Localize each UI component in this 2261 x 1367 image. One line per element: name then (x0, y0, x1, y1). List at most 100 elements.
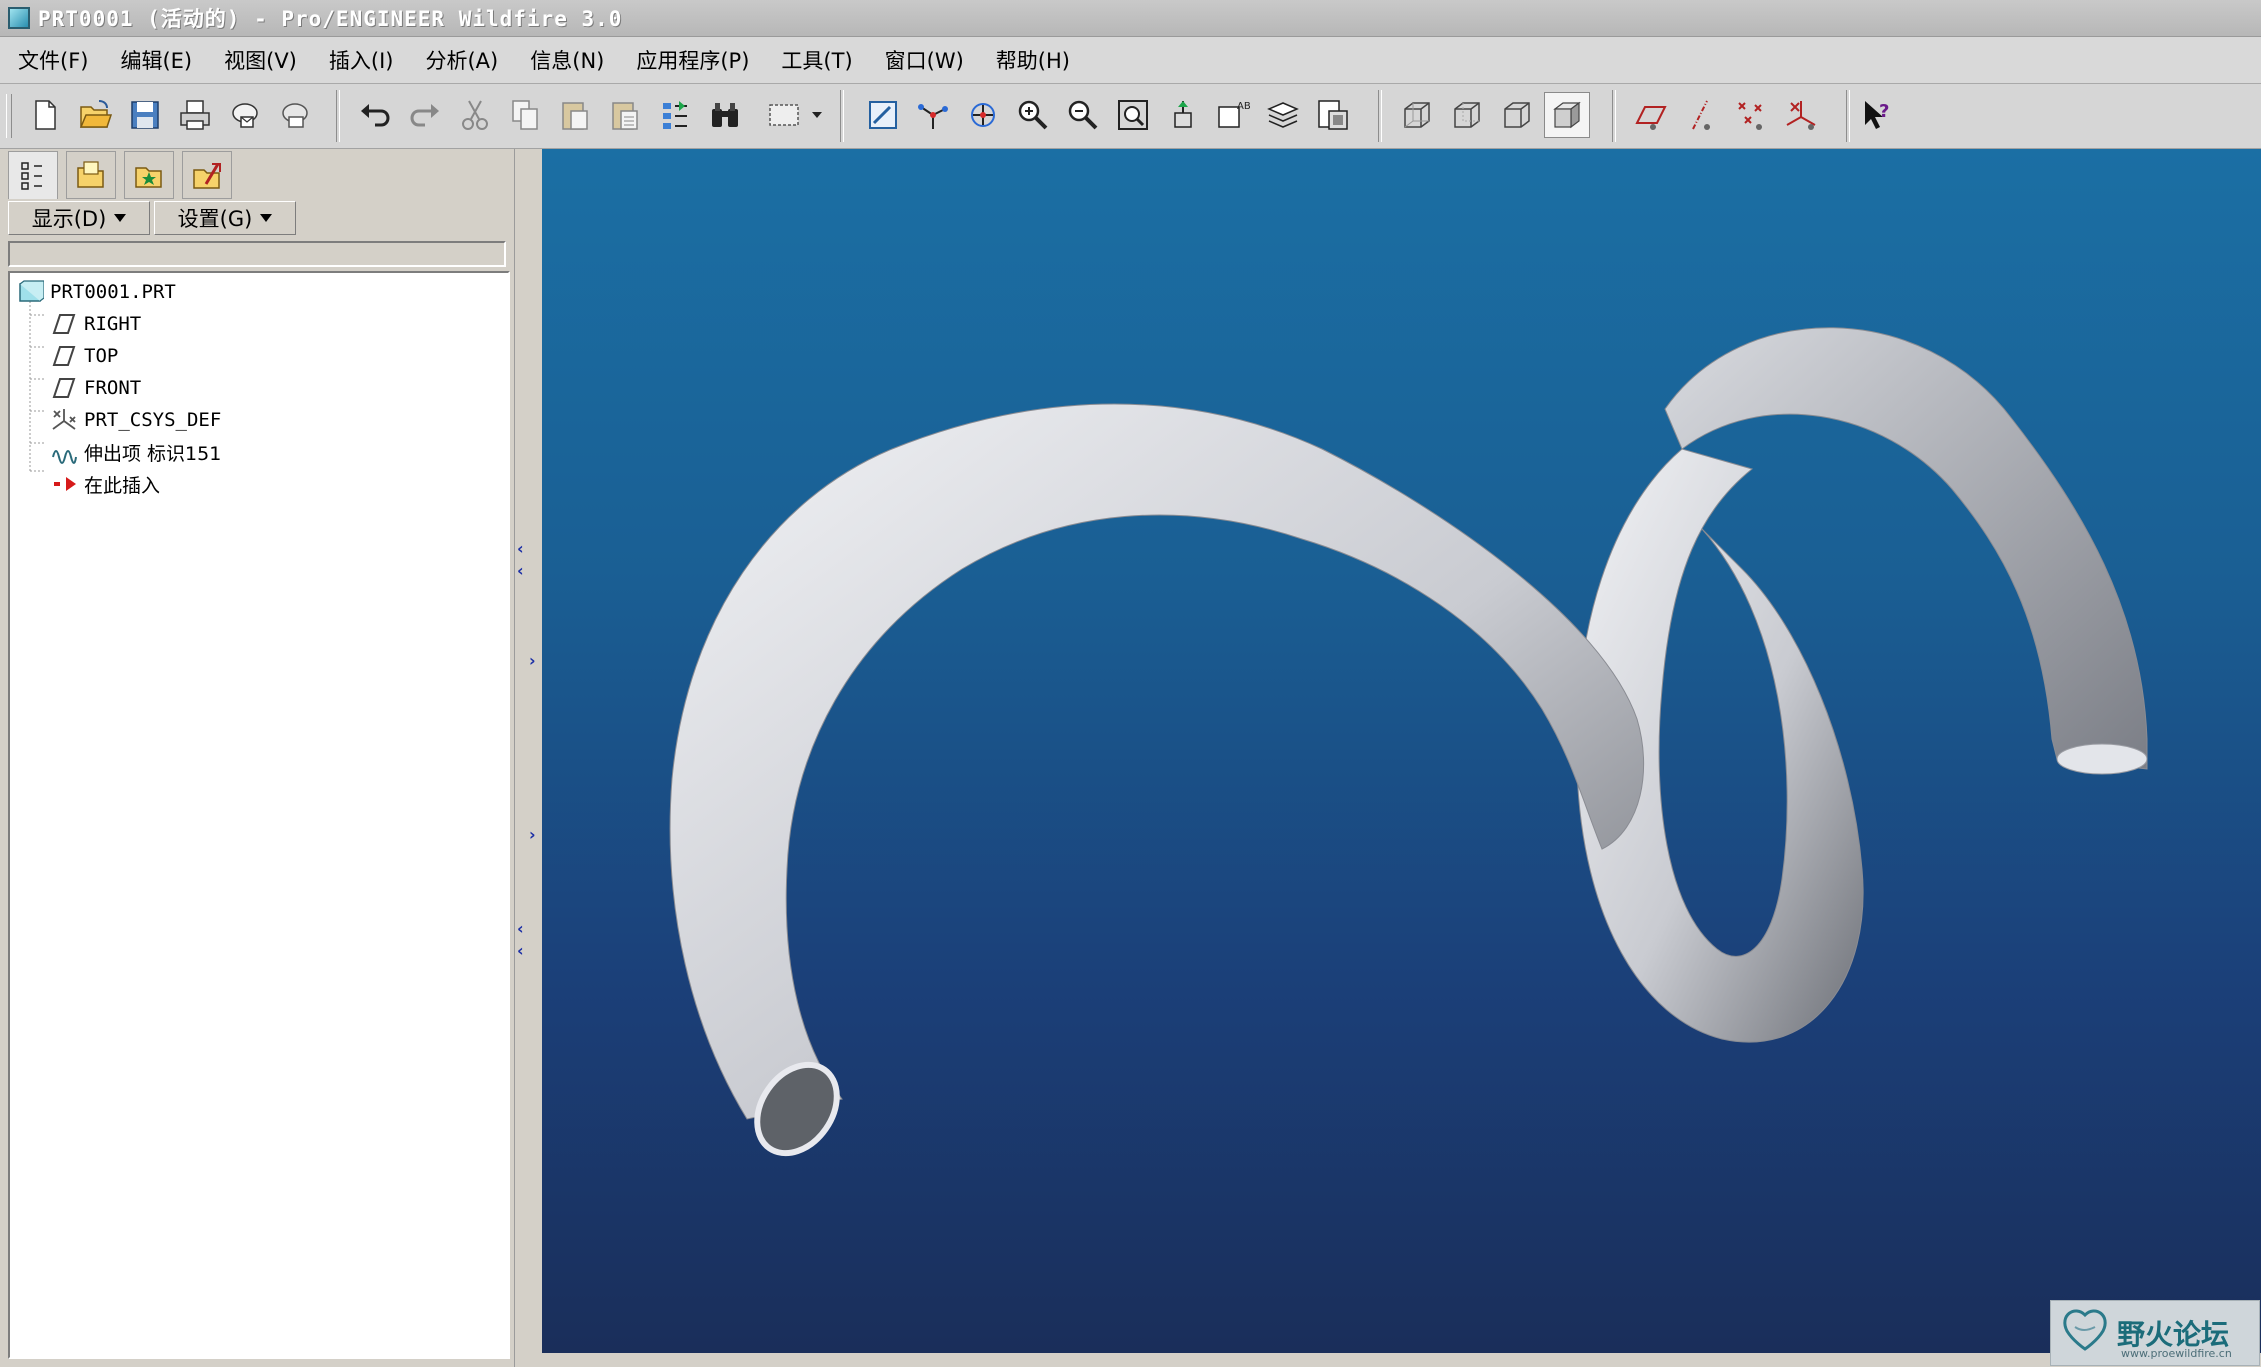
expand-right-icon[interactable]: › (529, 651, 536, 670)
tree-item-insert-here[interactable]: 在此插入 (50, 469, 160, 499)
menu-tools[interactable]: 工具(T) (767, 45, 866, 75)
collapse-left-icon[interactable]: ‹ (517, 561, 524, 580)
regenerate-icon[interactable] (652, 92, 698, 138)
svg-text:?: ? (1879, 101, 1889, 122)
menu-help[interactable]: 帮助(H) (982, 45, 1084, 75)
tree-item-label: PRT0001.PRT (50, 281, 176, 303)
new-file-icon[interactable] (22, 92, 68, 138)
selection-box-icon[interactable] (758, 92, 810, 138)
refit-icon[interactable] (1110, 92, 1156, 138)
tree-item-label: FRONT (84, 377, 142, 399)
hidden-line-icon[interactable] (1444, 92, 1490, 138)
menu-edit[interactable]: 编辑(E) (106, 45, 206, 75)
menu-info[interactable]: 信息(N) (516, 45, 618, 75)
menu-bar: 文件(F) 编辑(E) 视图(V) 插入(I) 分析(A) 信息(N) 应用程序… (0, 37, 2261, 84)
send-mail-attachment-icon[interactable] (272, 92, 318, 138)
collapse-left-icon[interactable]: ‹ (517, 941, 524, 960)
reorient-icon[interactable] (1160, 92, 1206, 138)
toolbar-separator (1612, 90, 1616, 142)
navigator-tabs (4, 149, 524, 199)
datum-axis-display-icon[interactable] (1678, 92, 1724, 138)
tree-item-right[interactable]: RIGHT (50, 309, 141, 339)
wireframe-icon[interactable] (1394, 92, 1440, 138)
tree-item-front[interactable]: FRONT (50, 373, 141, 403)
main-toolbar: AB ? (0, 84, 2261, 149)
menu-applications[interactable]: 应用程序(P) (622, 45, 763, 75)
menu-file[interactable]: 文件(F) (4, 45, 102, 75)
menu-insert[interactable]: 插入(I) (315, 45, 408, 75)
forum-watermark: 野火论坛 www.proewildfire.cn (2050, 1300, 2260, 1366)
chevron-down-icon (260, 214, 273, 222)
datum-point-display-icon[interactable] (1728, 92, 1774, 138)
tree-item-label: RIGHT (84, 313, 142, 335)
tree-item-protrusion[interactable]: 伸出项 标识151 (50, 437, 221, 467)
display-button-label: 显示(D) (31, 207, 107, 231)
spin-center-icon[interactable] (910, 92, 956, 138)
cut-icon[interactable] (452, 92, 498, 138)
datum-plane-icon (50, 343, 78, 369)
datum-plane-display-icon[interactable] (1628, 92, 1674, 138)
tree-item-label: 在此插入 (84, 474, 161, 497)
send-mail-icon[interactable] (222, 92, 268, 138)
panel-splitter[interactable]: ‹ ‹ › › ‹ ‹ (514, 149, 543, 1367)
spring-coil-back (1664, 327, 2148, 770)
toolbar-separator (1378, 90, 1382, 142)
collapse-left-icon[interactable]: ‹ (517, 539, 524, 558)
menu-view[interactable]: 视图(V) (210, 45, 311, 75)
paste-special-icon[interactable] (602, 92, 648, 138)
connections-tab-icon[interactable] (182, 151, 232, 199)
open-file-icon[interactable] (72, 92, 118, 138)
protrusion-icon (50, 439, 78, 465)
tree-item-csys[interactable]: PRT_CSYS_DEF (50, 405, 221, 435)
settings-dropdown-button[interactable]: 设置(G) (154, 201, 296, 235)
toolbar-separator (336, 90, 340, 142)
tree-item-label: 伸出项 标识151 (84, 442, 222, 465)
copy-icon[interactable] (502, 92, 548, 138)
find-icon[interactable] (702, 92, 748, 138)
tree-item-label: TOP (84, 345, 119, 367)
orient-mode-icon[interactable] (960, 92, 1006, 138)
app-icon (8, 7, 30, 29)
print-icon[interactable] (172, 92, 218, 138)
model-tree: PRT0001.PRT RIGHT TOP FRONT PRT_CSYS_DEF (8, 271, 510, 1359)
title-bar: PRT0001 (活动的) - Pro/ENGINEER Wildfire 3.… (0, 0, 2261, 37)
navigator-panel: 显示(D) 设置(G) PRT0001.PRT RIGHT TOP FRONT … (0, 149, 528, 1367)
saved-views-icon[interactable]: AB (1210, 92, 1256, 138)
part-icon (16, 279, 44, 305)
toolbar-grip[interactable] (6, 94, 12, 138)
display-dropdown-button[interactable]: 显示(D) (8, 201, 150, 235)
repaint-icon[interactable] (860, 92, 906, 138)
favorites-tab-icon[interactable] (124, 151, 174, 199)
tree-item-part[interactable]: PRT0001.PRT (16, 277, 176, 307)
menu-window[interactable]: 窗口(W) (871, 45, 978, 75)
collapse-left-icon[interactable]: ‹ (517, 919, 524, 938)
shading-icon[interactable] (1544, 92, 1590, 138)
selection-dropdown-chevron-icon[interactable] (812, 112, 822, 118)
chevron-down-icon (114, 214, 127, 222)
tree-item-label: PRT_CSYS_DEF (84, 409, 222, 431)
model-tree-tab-icon[interactable] (8, 151, 58, 199)
redo-icon[interactable] (402, 92, 448, 138)
settings-button-label: 设置(G) (177, 207, 253, 231)
tree-filter-bar[interactable] (8, 241, 506, 267)
view-manager-icon[interactable] (1310, 92, 1356, 138)
undo-icon[interactable] (352, 92, 398, 138)
layers-icon[interactable] (1260, 92, 1306, 138)
helical-spring-model[interactable] (542, 149, 2261, 1353)
no-hidden-icon[interactable] (1494, 92, 1540, 138)
tree-item-top[interactable]: TOP (50, 341, 118, 371)
menu-analysis[interactable]: 分析(A) (411, 45, 512, 75)
window-title: PRT0001 (活动的) - Pro/ENGINEER Wildfire 3.… (38, 7, 623, 31)
graphics-viewport[interactable] (542, 149, 2261, 1353)
toolbar-separator (840, 90, 844, 142)
zoom-in-icon[interactable] (1010, 92, 1056, 138)
zoom-out-icon[interactable] (1060, 92, 1106, 138)
expand-right-icon[interactable]: › (529, 825, 536, 844)
context-help-icon[interactable]: ? (1854, 92, 1900, 138)
datum-plane-icon (50, 311, 78, 337)
save-icon[interactable] (122, 92, 168, 138)
folder-browser-tab-icon[interactable] (66, 151, 116, 199)
datum-plane-icon (50, 375, 78, 401)
paste-icon[interactable] (552, 92, 598, 138)
coordinate-system-display-icon[interactable] (1778, 92, 1824, 138)
